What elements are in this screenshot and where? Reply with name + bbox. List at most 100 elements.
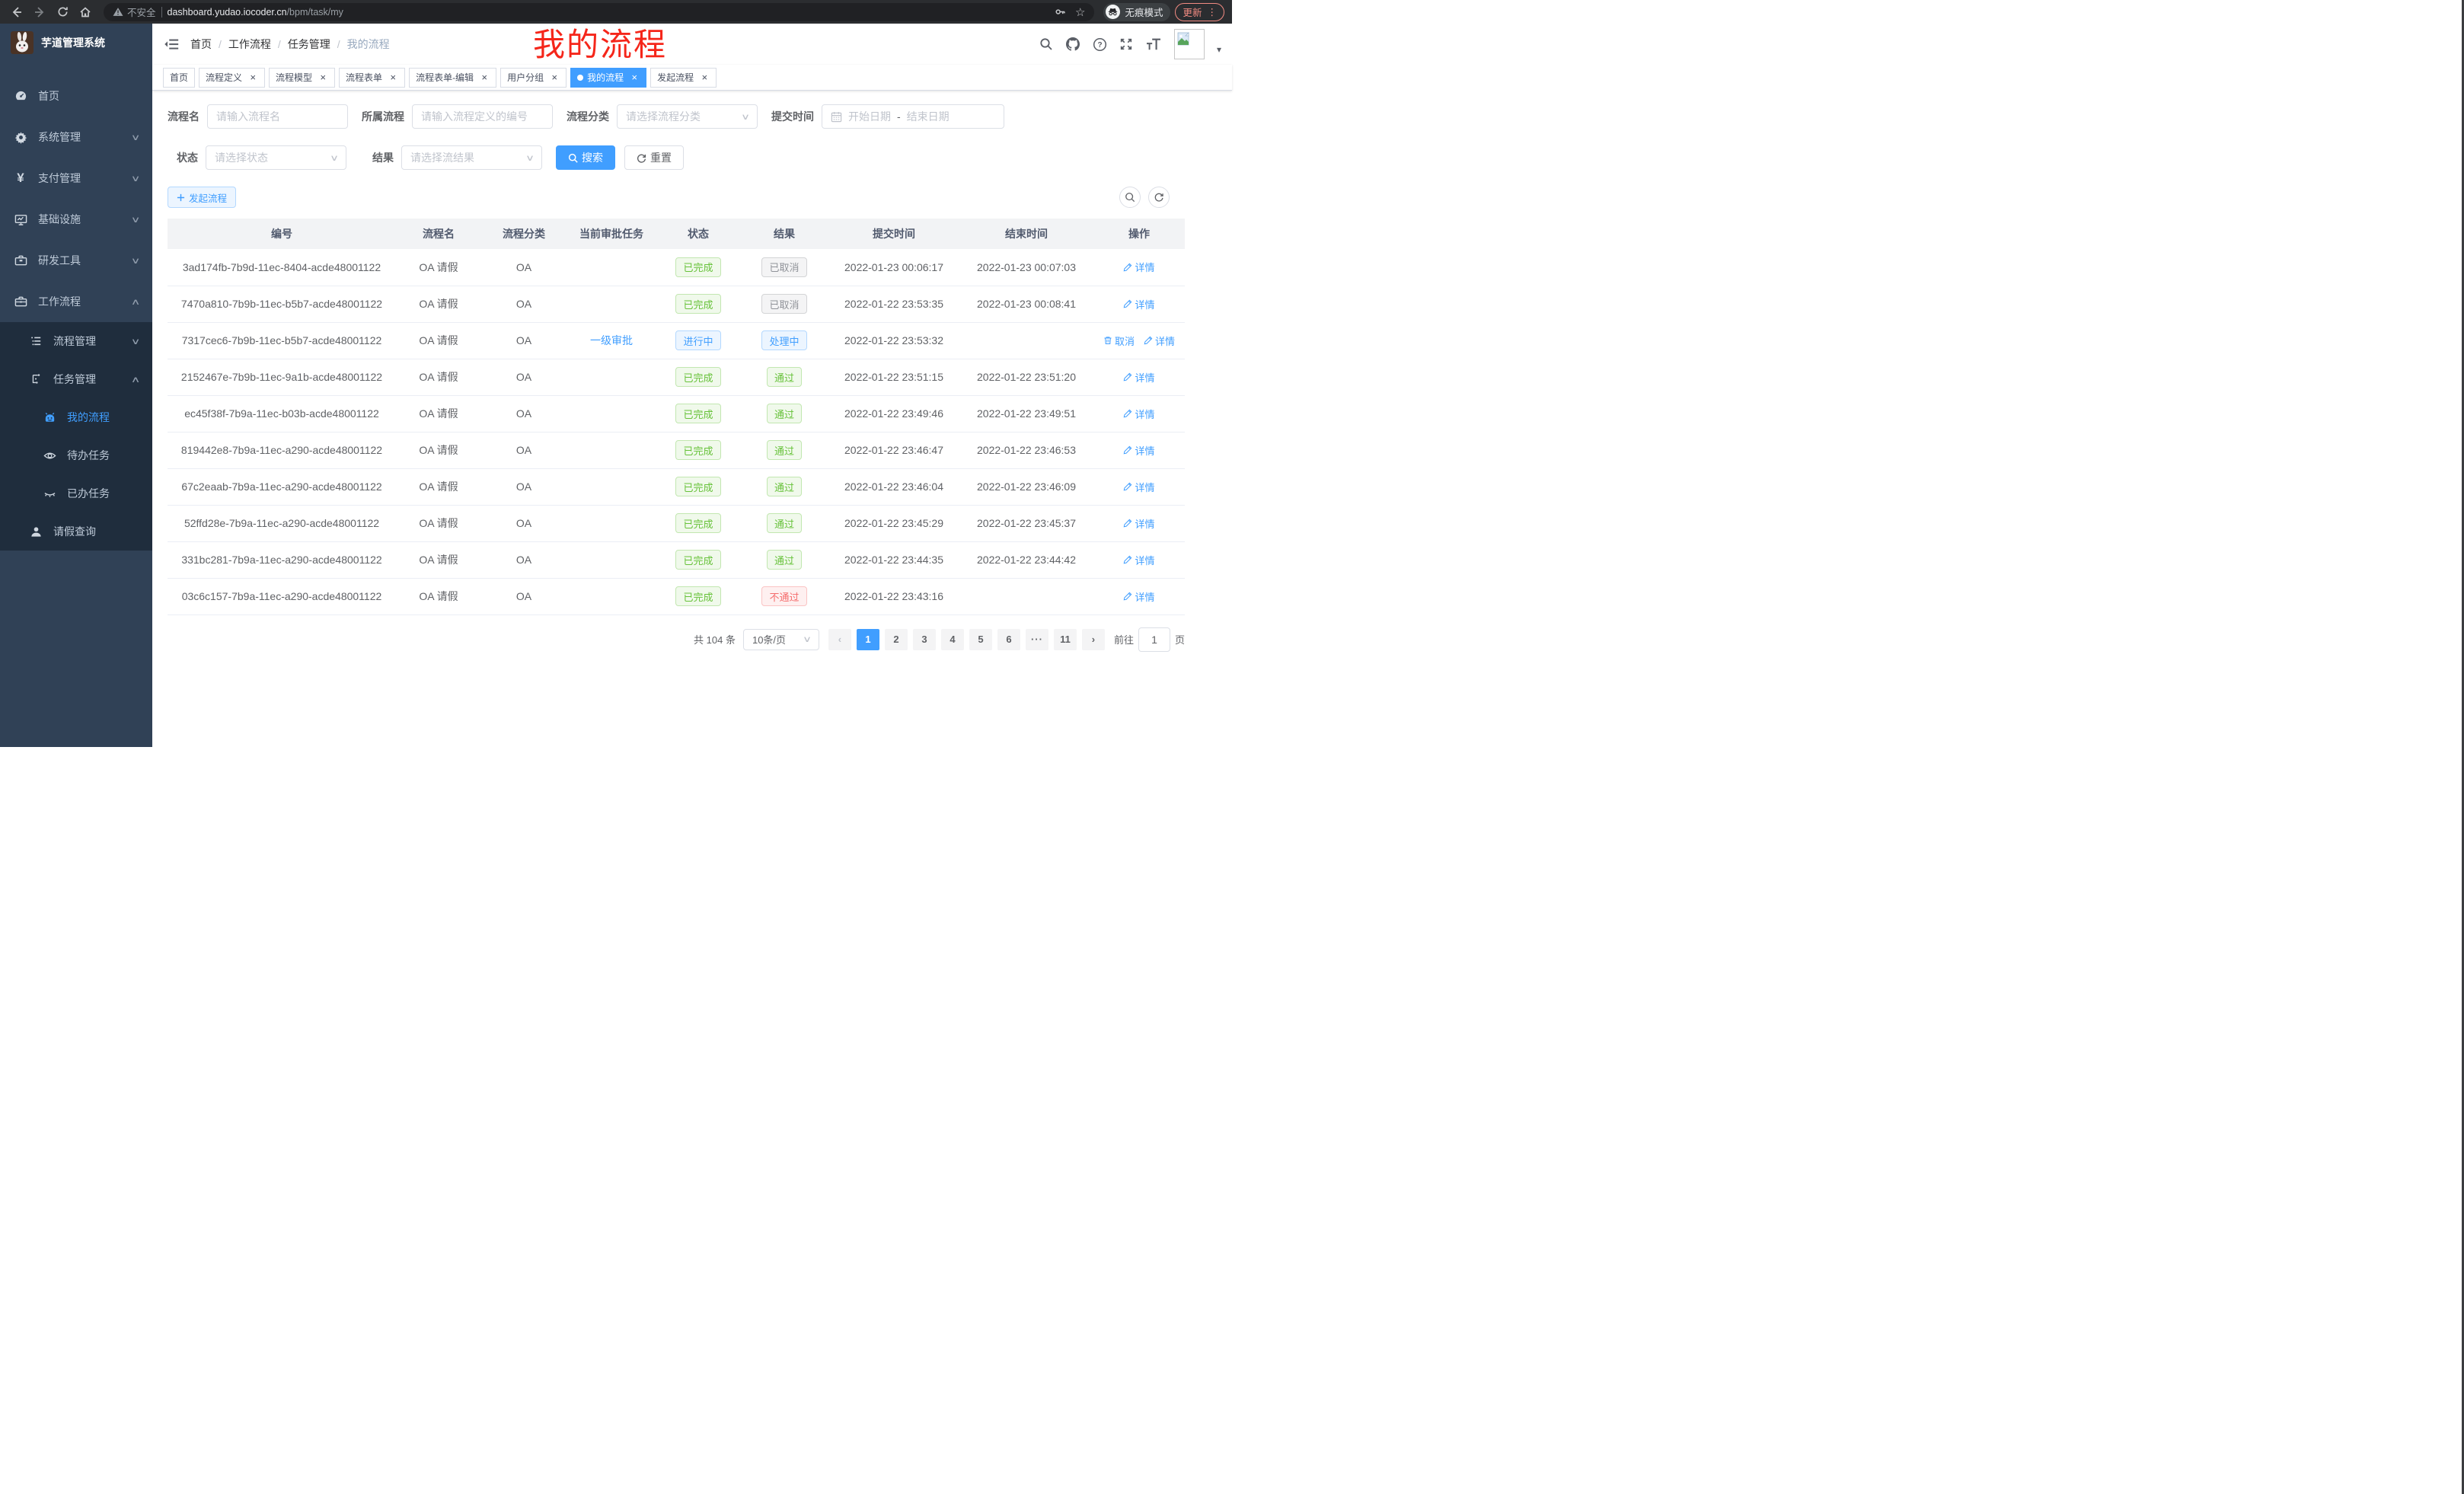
page-button-6[interactable]: 6 bbox=[997, 629, 1020, 650]
action-label: 详情 bbox=[1135, 370, 1154, 385]
chevron-up-icon: ∧ bbox=[131, 375, 141, 385]
cell-status: 已完成 bbox=[656, 505, 740, 541]
cancel-link[interactable]: 取消 bbox=[1103, 334, 1135, 348]
pager-ellipsis[interactable]: ··· bbox=[1026, 629, 1048, 650]
page-button-3[interactable]: 3 bbox=[913, 629, 936, 650]
app-title: 芋道管理系统 bbox=[41, 35, 105, 50]
sidebar-item-devtools[interactable]: 研发工具 ∨ bbox=[0, 240, 152, 281]
sidebar-item-my-process[interactable]: 我的流程 bbox=[0, 398, 152, 436]
column-header-编号: 编号 bbox=[168, 219, 396, 249]
cell-end-time bbox=[959, 578, 1093, 615]
bookmark-star-icon[interactable]: ☆ bbox=[1075, 5, 1085, 19]
forward-icon[interactable] bbox=[30, 3, 49, 21]
reset-button[interactable]: 重置 bbox=[624, 145, 684, 170]
process-definition-input[interactable] bbox=[421, 110, 544, 123]
submit-time-range-picker[interactable]: 开始日期 - 结束日期 bbox=[822, 104, 1004, 129]
process-name-input[interactable] bbox=[216, 110, 339, 123]
detail-link[interactable]: 详情 bbox=[1123, 516, 1154, 531]
page-button-4[interactable]: 4 bbox=[941, 629, 964, 650]
tab-流程定义[interactable]: 流程定义× bbox=[199, 68, 265, 88]
fullscreen-icon[interactable] bbox=[1119, 37, 1133, 51]
search-button[interactable]: 搜索 bbox=[556, 145, 615, 170]
detail-link[interactable]: 详情 bbox=[1144, 334, 1175, 348]
collapse-sidebar-icon[interactable] bbox=[163, 36, 180, 53]
tab-我的流程[interactable]: 我的流程× bbox=[570, 68, 646, 88]
browser-update-button[interactable]: 更新 ⋮ bbox=[1175, 3, 1224, 21]
tab-close-icon[interactable]: × bbox=[629, 72, 640, 83]
category-select[interactable]: 请选择流程分类 ∨ bbox=[617, 104, 758, 129]
home-icon[interactable] bbox=[76, 3, 94, 21]
sidebar-item-home[interactable]: 首页 bbox=[0, 75, 152, 117]
tab-close-icon[interactable]: × bbox=[388, 72, 398, 83]
tags-view: 首页流程定义×流程模型×流程表单×流程表单-编辑×用户分组×我的流程×发起流程× bbox=[152, 65, 1232, 91]
detail-link[interactable]: 详情 bbox=[1123, 480, 1154, 494]
avatar-caret-down-icon[interactable]: ▾ bbox=[1217, 44, 1221, 55]
tab-close-icon[interactable]: × bbox=[247, 72, 258, 83]
page-button-5[interactable]: 5 bbox=[969, 629, 992, 650]
status-badge: 已完成 bbox=[675, 440, 720, 460]
site-security: 不安全 bbox=[113, 5, 156, 19]
breadcrumb-task-mgmt[interactable]: 任务管理 bbox=[288, 37, 330, 52]
address-bar[interactable]: 不安全 dashboard.yudao.iocoder.cn/bpm/task/… bbox=[104, 3, 1094, 21]
sidebar-item-done-tasks[interactable]: 已办任务 bbox=[0, 474, 152, 512]
sidebar-item-leave-query[interactable]: 请假查询 bbox=[0, 512, 152, 551]
jump-page-input[interactable] bbox=[1139, 634, 1170, 646]
detail-link[interactable]: 详情 bbox=[1123, 443, 1154, 458]
sidebar-item-label: 我的流程 bbox=[67, 410, 110, 425]
sidebar-item-workflow[interactable]: 工作流程 ∧ bbox=[0, 281, 152, 322]
github-icon[interactable] bbox=[1065, 37, 1080, 52]
result-select[interactable]: 请选择流结果 ∨ bbox=[401, 145, 542, 170]
tab-用户分组[interactable]: 用户分组× bbox=[500, 68, 567, 88]
prev-page-button[interactable]: ‹ bbox=[828, 629, 851, 650]
detail-link[interactable]: 详情 bbox=[1123, 370, 1154, 385]
detail-link[interactable]: 详情 bbox=[1123, 407, 1154, 421]
search-icon bbox=[568, 153, 578, 163]
sidebar-item-todo-tasks[interactable]: 待办任务 bbox=[0, 436, 152, 474]
actions-group: 详情 bbox=[1123, 589, 1154, 604]
sidebar-item-pay[interactable]: ¥ 支付管理 ∨ bbox=[0, 158, 152, 199]
tab-close-icon[interactable]: × bbox=[699, 72, 710, 83]
sidebar-item-infra[interactable]: 基础设施 ∨ bbox=[0, 199, 152, 240]
sidebar-item-task-mgmt[interactable]: 任务管理 ∧ bbox=[0, 360, 152, 398]
workflow-submenu: 流程管理 ∨ 任务管理 ∧ 我的流程 待办任务 bbox=[0, 322, 152, 551]
detail-link[interactable]: 详情 bbox=[1123, 260, 1154, 274]
detail-link[interactable]: 详情 bbox=[1123, 589, 1154, 604]
action-label: 详情 bbox=[1135, 589, 1154, 604]
refresh-table-button[interactable] bbox=[1148, 187, 1170, 208]
back-icon[interactable] bbox=[8, 3, 26, 21]
incognito-label: 无痕模式 bbox=[1125, 5, 1163, 19]
detail-link[interactable]: 详情 bbox=[1123, 553, 1154, 567]
help-icon[interactable]: ? bbox=[1093, 37, 1107, 52]
header-search-icon[interactable] bbox=[1039, 37, 1053, 51]
tab-close-icon[interactable]: × bbox=[479, 72, 490, 83]
app-logo[interactable]: 芋道管理系统 bbox=[0, 24, 152, 62]
browser-menu-dots-icon[interactable]: ⋮ bbox=[1208, 6, 1218, 18]
detail-link[interactable]: 详情 bbox=[1123, 297, 1154, 311]
tab-发起流程[interactable]: 发起流程× bbox=[650, 68, 717, 88]
sidebar-item-process-mgmt[interactable]: 流程管理 ∨ bbox=[0, 322, 152, 360]
page-button-11[interactable]: 11 bbox=[1054, 629, 1077, 650]
breadcrumb-workflow[interactable]: 工作流程 bbox=[228, 37, 271, 52]
show-search-toggle-button[interactable] bbox=[1119, 187, 1141, 208]
cell-actions: 详情 bbox=[1093, 468, 1185, 505]
next-page-button[interactable]: › bbox=[1082, 629, 1105, 650]
page-button-2[interactable]: 2 bbox=[885, 629, 908, 650]
cell-current-task bbox=[567, 541, 656, 578]
tab-close-icon[interactable]: × bbox=[549, 72, 560, 83]
tab-首页[interactable]: 首页 bbox=[163, 68, 195, 88]
start-process-button[interactable]: 发起流程 bbox=[168, 187, 236, 208]
avatar[interactable] bbox=[1174, 29, 1205, 59]
current-task-link[interactable]: 一级审批 bbox=[590, 333, 633, 348]
status-select[interactable]: 请选择状态 ∨ bbox=[206, 145, 346, 170]
page-size-select[interactable]: 10条/页 ∨ bbox=[743, 629, 819, 650]
key-icon[interactable] bbox=[1055, 6, 1066, 18]
breadcrumb-home[interactable]: 首页 bbox=[190, 37, 212, 52]
tab-流程表单[interactable]: 流程表单× bbox=[339, 68, 405, 88]
page-button-1[interactable]: 1 bbox=[857, 629, 879, 650]
sidebar-item-system[interactable]: 系统管理 ∨ bbox=[0, 117, 152, 158]
tab-流程模型[interactable]: 流程模型× bbox=[269, 68, 335, 88]
tab-流程表单-编辑[interactable]: 流程表单-编辑× bbox=[409, 68, 496, 88]
font-size-icon[interactable] bbox=[1145, 37, 1162, 51]
reload-icon[interactable] bbox=[53, 3, 72, 21]
tab-close-icon[interactable]: × bbox=[318, 72, 328, 83]
